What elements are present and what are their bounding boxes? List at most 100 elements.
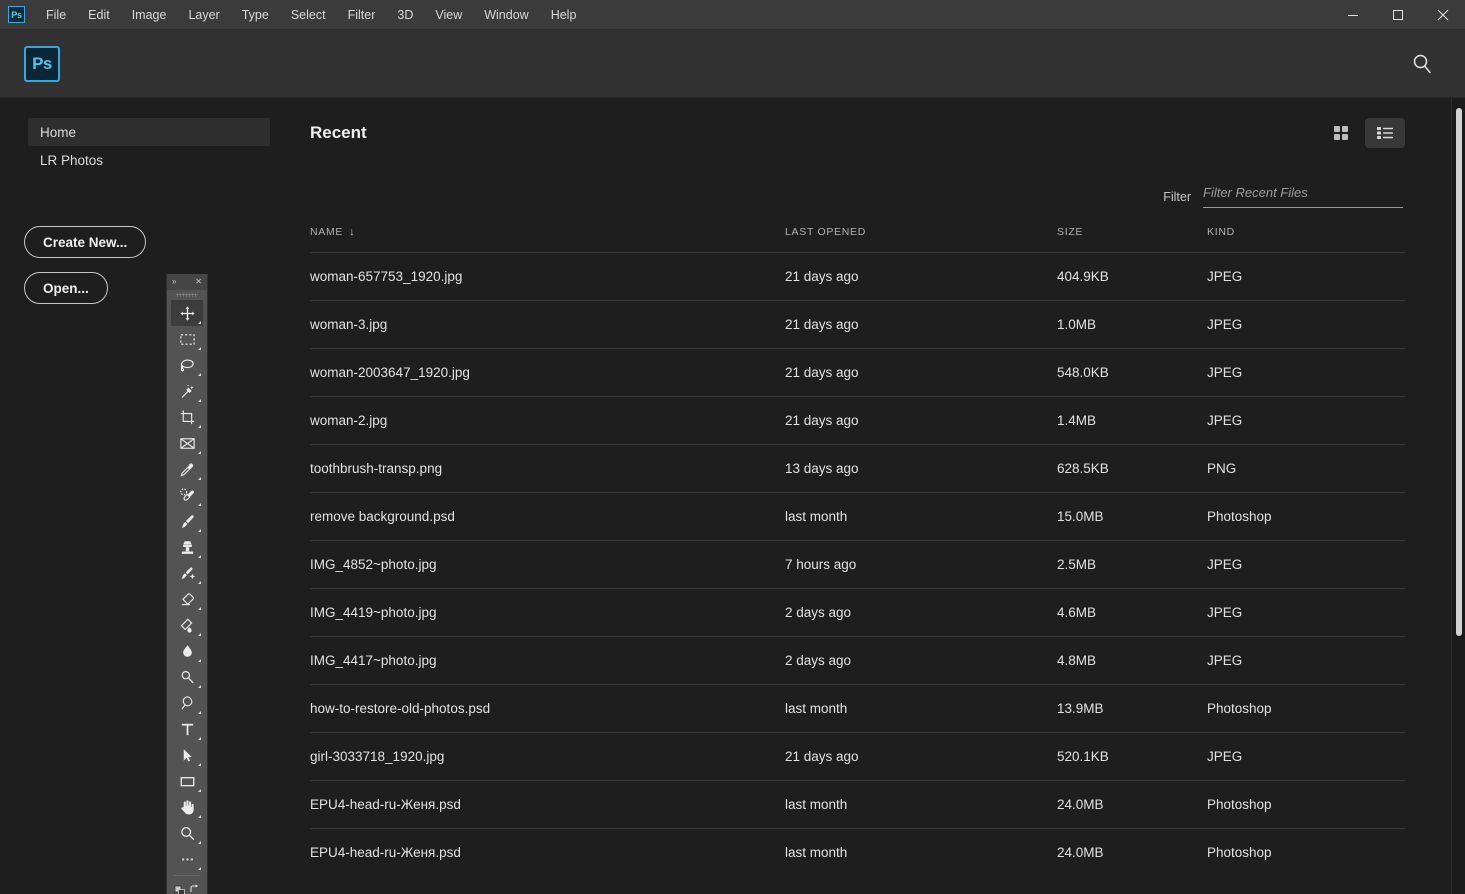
spot-healing-brush-tool[interactable] [171, 482, 203, 508]
cell-kind: JPEG [1207, 396, 1405, 445]
menu-item-help[interactable]: Help [540, 4, 588, 26]
table-row[interactable]: girl-3033718_1920.jpg 21 days ago 520.1KB J… [310, 732, 1405, 781]
menu-item-layer[interactable]: Layer [177, 4, 230, 26]
type-tool[interactable] [171, 716, 203, 742]
tools-panel: » ✕ [166, 274, 208, 894]
move-tool[interactable] [171, 300, 203, 326]
table-header-row: NAME ↓ LAST OPENED SIZE KIND [310, 226, 1405, 253]
cell-name: remove background.psd [310, 492, 785, 541]
pen-tool[interactable] [171, 690, 203, 716]
table-row[interactable]: IMG_4852~photo.jpg 7 hours ago 2.5MB JPEG [310, 540, 1405, 589]
menu-item-3d[interactable]: 3D [386, 4, 424, 26]
eraser-tool[interactable] [171, 586, 203, 612]
cell-kind: PNG [1207, 444, 1405, 493]
rectangular-marquee-tool[interactable] [171, 326, 203, 352]
scrollbar-thumb[interactable] [1456, 108, 1462, 636]
cell-size: 628.5KB [1057, 444, 1207, 493]
filter-label: Filter [1163, 190, 1191, 204]
column-header-size[interactable]: SIZE [1057, 226, 1207, 253]
window-controls [1330, 0, 1465, 29]
menu-item-edit[interactable]: Edit [77, 4, 121, 26]
sidebar-item-home[interactable]: Home [28, 118, 270, 146]
cell-kind: Photoshop [1207, 684, 1405, 733]
menu-item-image[interactable]: Image [121, 4, 178, 26]
create-new-button[interactable]: Create New... [24, 226, 147, 258]
table-row[interactable]: woman-3.jpg 21 days ago 1.0MB JPEG [310, 300, 1405, 349]
column-header-name[interactable]: NAME ↓ [310, 226, 785, 253]
lasso-tool[interactable] [171, 352, 203, 378]
cell-date: last month [785, 828, 1057, 876]
gradient-tool[interactable] [171, 612, 203, 638]
cell-name: EPU4-head-ru-Женя.psd [310, 828, 785, 876]
column-header-kind[interactable]: KIND [1207, 226, 1405, 253]
menu-item-filter[interactable]: Filter [337, 4, 387, 26]
cell-date: last month [785, 684, 1057, 733]
double-chevron-right-icon[interactable]: » [172, 278, 176, 286]
zoom-tool[interactable] [171, 820, 203, 846]
page-title: Recent [310, 123, 367, 142]
clone-stamp-tool[interactable] [171, 534, 203, 560]
table-row[interactable]: EPU4-head-ru-Женя.psd last month 24.0MB Pho… [310, 780, 1405, 829]
maximize-button[interactable] [1375, 0, 1420, 29]
default-colors-icon[interactable] [171, 879, 203, 894]
sidebar: Home LR Photos Create New... Open... [0, 98, 300, 894]
menu-item-view[interactable]: View [424, 4, 473, 26]
dodge-tool[interactable] [171, 664, 203, 690]
table-row[interactable]: how-to-restore-old-photos.psd last month 1… [310, 684, 1405, 733]
close-button[interactable] [1420, 0, 1465, 29]
column-header-last-opened[interactable]: LAST OPENED [785, 226, 1057, 253]
cell-date: 2 days ago [785, 588, 1057, 637]
menu-item-type[interactable]: Type [231, 4, 280, 26]
table-row[interactable]: IMG_4417~photo.jpg 2 days ago 4.8MB JPEG [310, 636, 1405, 685]
filter-field[interactable] [1203, 184, 1403, 208]
list-view-button[interactable] [1365, 118, 1405, 148]
cell-size: 2.5MB [1057, 540, 1207, 589]
table-row[interactable]: woman-2.jpg 21 days ago 1.4MB JPEG [310, 396, 1405, 445]
close-icon[interactable]: ✕ [195, 278, 202, 286]
history-brush-tool[interactable] [171, 560, 203, 586]
sidebar-item-lr-photos[interactable]: LR Photos [28, 146, 270, 174]
table-row[interactable]: toothbrush-transp.png 13 days ago 628.5KB P… [310, 444, 1405, 493]
table-row[interactable]: EPU4-head-ru-Женя.psd last month 24.0MB Pho… [310, 828, 1405, 876]
filter-input[interactable] [1203, 185, 1403, 200]
tools-panel-header[interactable]: » ✕ [167, 274, 207, 290]
sort-descending-icon: ↓ [349, 226, 356, 238]
minimize-button[interactable] [1330, 0, 1375, 29]
table-row[interactable]: woman-2003647_1920.jpg 21 days ago 548.0KB… [310, 348, 1405, 397]
cell-size: 15.0MB [1057, 492, 1207, 541]
cell-size: 24.0MB [1057, 780, 1207, 829]
menu-item-file[interactable]: File [35, 4, 77, 26]
cell-date: 21 days ago [785, 348, 1057, 397]
path-selection-tool[interactable] [171, 742, 203, 768]
frame-tool[interactable] [171, 430, 203, 456]
menu-item-window[interactable]: Window [473, 4, 539, 26]
tools-panel-grip[interactable] [167, 290, 207, 300]
cell-date: 21 days ago [785, 396, 1057, 445]
hand-tool[interactable] [171, 794, 203, 820]
cell-size: 4.8MB [1057, 636, 1207, 685]
table-row[interactable]: woman-657753_1920.jpg 21 days ago 404.9KB J… [310, 252, 1405, 301]
cell-kind: Photoshop [1207, 780, 1405, 829]
vertical-scrollbar[interactable] [1451, 98, 1465, 894]
blur-tool[interactable] [171, 638, 203, 664]
sidebar-actions: Create New... Open... [0, 226, 300, 318]
cell-name: EPU4-head-ru-Женя.psd [310, 780, 785, 829]
menu-item-select[interactable]: Select [280, 4, 337, 26]
grid-view-button[interactable] [1321, 118, 1361, 148]
cell-name: how-to-restore-old-photos.psd [310, 684, 785, 733]
crop-tool[interactable] [171, 404, 203, 430]
title-bar: Ps File Edit Image Layer Type Select Filter 3D V… [0, 0, 1465, 30]
brush-tool[interactable] [171, 508, 203, 534]
eyedropper-tool[interactable] [171, 456, 203, 482]
table-row[interactable]: remove background.psd last month 15.0MB Pho… [310, 492, 1405, 541]
magic-wand-tool[interactable] [171, 378, 203, 404]
cell-name: woman-3.jpg [310, 300, 785, 349]
search-icon[interactable] [1407, 49, 1437, 79]
cell-kind: JPEG [1207, 348, 1405, 397]
open-button[interactable]: Open... [24, 272, 108, 304]
table-row[interactable]: IMG_4419~photo.jpg 2 days ago 4.6MB JPEG [310, 588, 1405, 637]
edit-toolbar-tool[interactable] [171, 846, 203, 872]
cell-date: 21 days ago [785, 252, 1057, 301]
cell-size: 4.6MB [1057, 588, 1207, 637]
rectangle-tool[interactable] [171, 768, 203, 794]
